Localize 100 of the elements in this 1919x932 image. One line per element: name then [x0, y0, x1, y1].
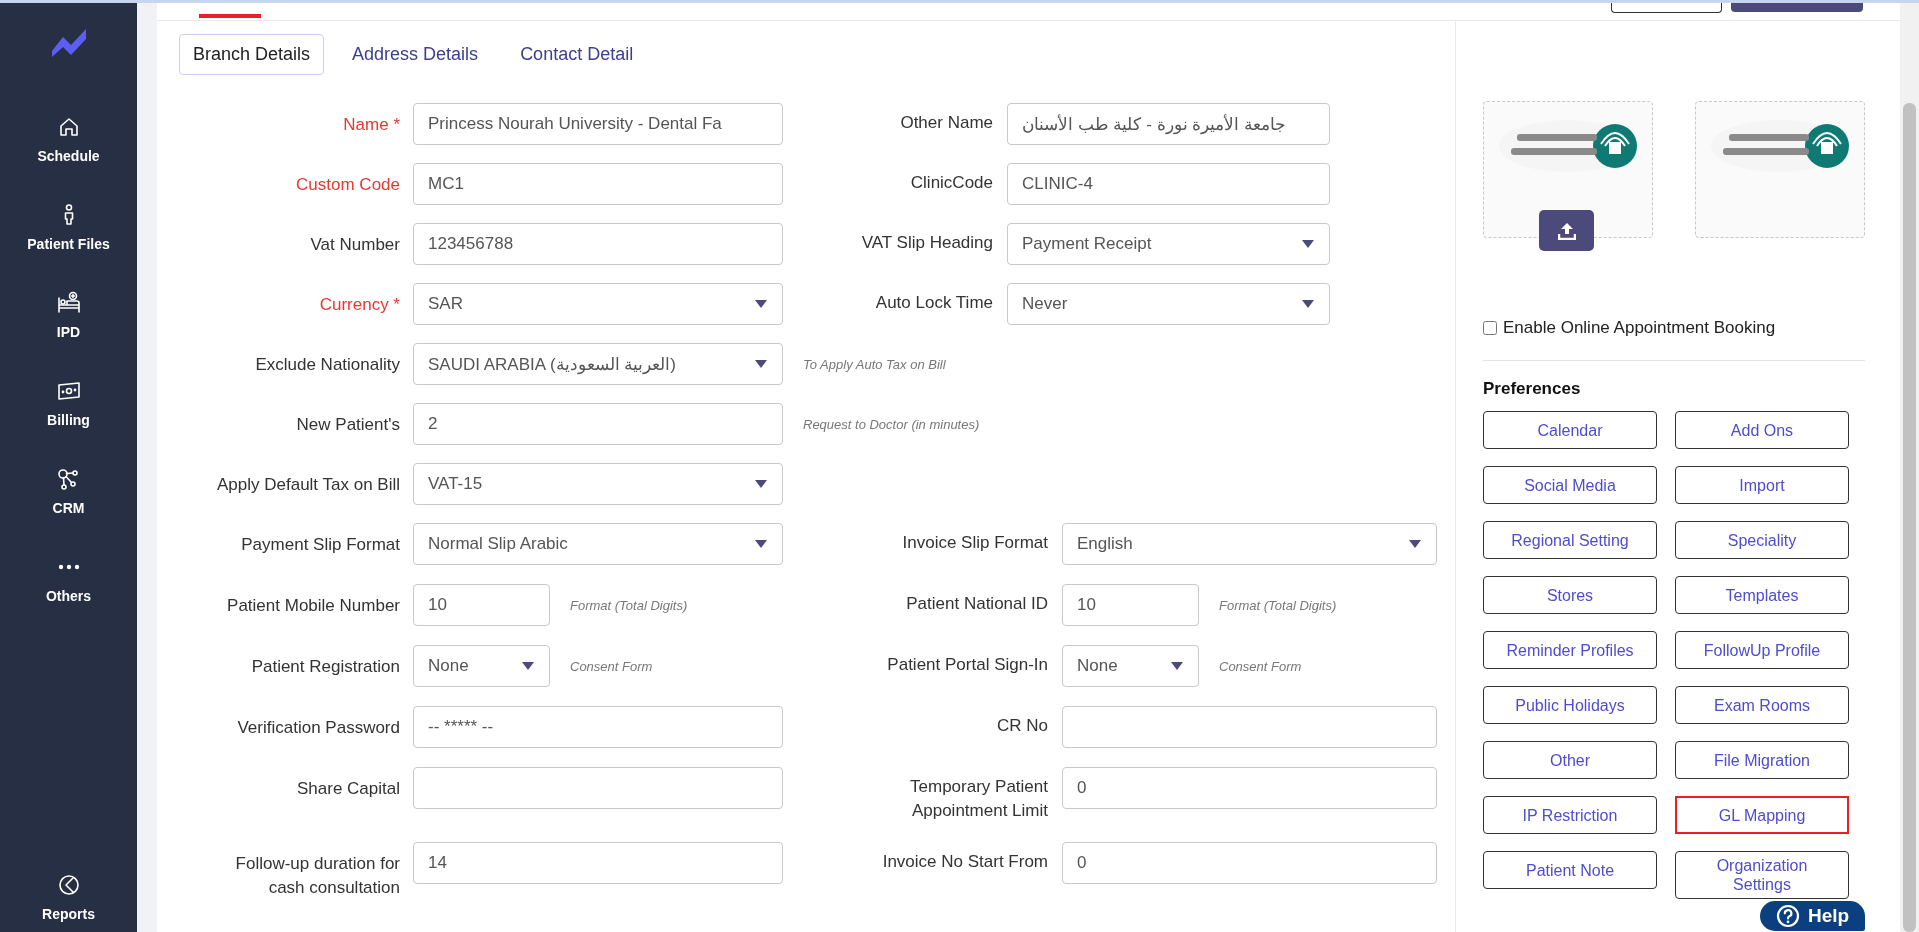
- dropdown[interactable]: None: [1062, 645, 1199, 687]
- field-label: Patient Registration: [250, 656, 401, 678]
- hint-text: Consent Form: [1219, 658, 1302, 674]
- field-label: Vat Number: [309, 234, 401, 256]
- field-label: Patient Portal Sign-In: [886, 654, 1049, 676]
- preference-button[interactable]: File Migration: [1675, 741, 1849, 779]
- text-field[interactable]: 2: [413, 403, 783, 445]
- preference-button[interactable]: Add Ons: [1675, 411, 1849, 449]
- preference-button[interactable]: Regional Setting: [1483, 521, 1657, 559]
- caret-icon: [754, 359, 768, 369]
- text-field[interactable]: 10: [413, 584, 550, 626]
- preference-button[interactable]: Organization Settings: [1675, 851, 1849, 899]
- preference-button[interactable]: Other: [1483, 741, 1657, 779]
- dropdown[interactable]: SAR: [413, 283, 783, 325]
- help-button[interactable]: Help: [1760, 901, 1865, 931]
- sidebar-item[interactable]: Reports: [42, 873, 95, 922]
- upload-button[interactable]: [1539, 210, 1594, 251]
- text-field[interactable]: CLINIC-4: [1007, 163, 1330, 205]
- hint-text: To Apply Auto Tax on Bill: [803, 356, 946, 372]
- preference-button[interactable]: Exam Rooms: [1675, 686, 1849, 724]
- sidebar-item[interactable]: Others: [45, 555, 92, 604]
- image-dropzone[interactable]: [1483, 101, 1653, 238]
- sidebar-item[interactable]: Patient Files: [27, 203, 110, 252]
- text-field[interactable]: [413, 767, 783, 809]
- tab[interactable]: Branch Details: [179, 34, 325, 75]
- caret-icon: [1301, 239, 1315, 249]
- help-icon: [1775, 904, 1800, 928]
- text-field[interactable]: [1062, 706, 1437, 748]
- sidebar-item[interactable]: IPD: [56, 291, 81, 340]
- preference-button[interactable]: Calendar: [1483, 411, 1657, 449]
- text-field[interactable]: -- ***** --: [413, 706, 783, 748]
- field-label: Auto Lock Time: [874, 292, 994, 314]
- text-field[interactable]: 123456788: [413, 223, 783, 265]
- section-title: Preferences: [1483, 379, 1582, 399]
- field-label: Verification Password: [236, 717, 401, 739]
- text-field[interactable]: 0: [1062, 767, 1437, 809]
- dropdown[interactable]: VAT-15: [413, 463, 783, 505]
- preference-button[interactable]: FollowUp Profile: [1675, 631, 1849, 669]
- field-label: Temporary Patient Appointment Limit: [909, 776, 1049, 822]
- sidebar-item[interactable]: CRM: [52, 467, 85, 516]
- tab[interactable]: Contact Detail: [506, 34, 648, 75]
- caret-icon: [1170, 661, 1184, 671]
- sidebar-item[interactable]: Schedule: [37, 115, 100, 164]
- caret-icon: [1301, 299, 1315, 309]
- preference-button[interactable]: Reminder Profiles: [1483, 631, 1657, 669]
- hint-text: Consent Form: [570, 658, 653, 674]
- field-label: VAT Slip Heading: [860, 232, 994, 254]
- hint-text: Format (Total Digits): [1219, 597, 1337, 613]
- field-label: CR No: [996, 715, 1049, 737]
- field-label: Other Name: [899, 112, 994, 134]
- image-dropzone[interactable]: [1695, 101, 1865, 238]
- text-field[interactable]: Princess Nourah University - Dental Fa: [413, 103, 783, 145]
- field-label: Follow-up duration for cash consultation: [234, 853, 401, 899]
- preference-button[interactable]: Social Media: [1483, 466, 1657, 504]
- preference-button[interactable]: Speciality: [1675, 521, 1849, 559]
- scrollbar-thumb[interactable]: [1903, 103, 1916, 932]
- dropdown[interactable]: None: [413, 645, 550, 687]
- dropdown[interactable]: SAUDI ARABIA (العربية السعودية): [413, 343, 783, 385]
- dropdown[interactable]: Payment Receipt: [1007, 223, 1330, 265]
- dropdown[interactable]: English: [1062, 523, 1437, 565]
- field-label: Payment Slip Format: [240, 534, 401, 556]
- field-label: Patient National ID: [905, 593, 1049, 615]
- checkbox[interactable]: [1483, 321, 1497, 335]
- field-label: Patient Mobile Number: [226, 595, 401, 617]
- preference-button[interactable]: Patient Note: [1483, 851, 1657, 889]
- field-label: ClinicCode: [909, 172, 994, 194]
- text-field[interactable]: 10: [1062, 584, 1199, 626]
- active-indicator: [199, 14, 261, 18]
- preference-button[interactable]: Stores: [1483, 576, 1657, 614]
- tab[interactable]: Address Details: [338, 34, 493, 75]
- bed-icon: [56, 291, 81, 315]
- caret-icon: [754, 299, 768, 309]
- scrollbar[interactable]: [1900, 3, 1919, 932]
- sidebar-item[interactable]: Billing: [47, 379, 90, 428]
- preference-button[interactable]: GL Mapping: [1675, 796, 1849, 834]
- dropdown[interactable]: Normal Slip Arabic: [413, 523, 783, 565]
- text-field[interactable]: 14: [413, 842, 783, 884]
- more-icon: [56, 563, 81, 571]
- caret-icon: [754, 479, 768, 489]
- upload-icon: [1557, 221, 1576, 240]
- field-label: Invoice Slip Format: [901, 532, 1049, 554]
- preference-button[interactable]: IP Restriction: [1483, 796, 1657, 834]
- text-field[interactable]: 0: [1062, 842, 1437, 884]
- caret-icon: [754, 539, 768, 549]
- field-label: Currency *: [318, 294, 401, 316]
- hint-text: Request to Doctor (in minutes): [803, 416, 980, 432]
- preference-button[interactable]: Templates: [1675, 576, 1849, 614]
- network-icon: [56, 467, 81, 491]
- outline-button[interactable]: [1611, 3, 1722, 13]
- field-label: Custom Code: [295, 174, 401, 196]
- hint-text: Format (Total Digits): [570, 597, 688, 613]
- preference-button[interactable]: Import: [1675, 466, 1849, 504]
- text-field[interactable]: MC1: [413, 163, 783, 205]
- text-field[interactable]: جامعة الأميرة نورة - كلية طب الأسنان: [1007, 103, 1330, 145]
- preference-button[interactable]: Public Holidays: [1483, 686, 1657, 724]
- checkbox-label[interactable]: Enable Online Appointment Booking: [1503, 318, 1776, 338]
- caret-icon: [521, 661, 535, 671]
- dropdown[interactable]: Never: [1007, 283, 1330, 325]
- field-label: Apply Default Tax on Bill: [216, 474, 401, 496]
- field-label: New Patient's: [295, 414, 401, 436]
